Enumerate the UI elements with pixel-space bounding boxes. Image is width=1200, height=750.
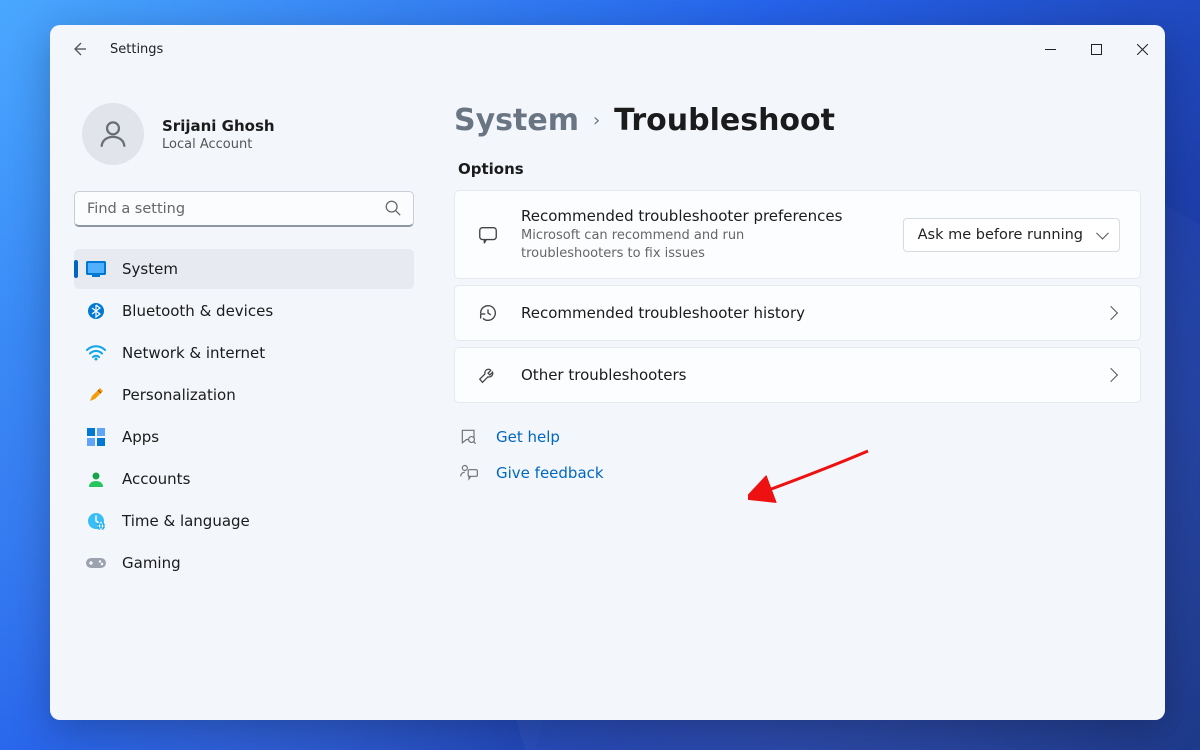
- card-title: Recommended troubleshooter history: [521, 304, 1086, 322]
- close-button[interactable]: [1119, 28, 1165, 70]
- main-content: System › Troubleshoot Options Recommende…: [454, 73, 1141, 700]
- app-title: Settings: [110, 42, 163, 57]
- preference-dropdown[interactable]: Ask me before running: [903, 218, 1120, 252]
- link-label: Get help: [496, 428, 560, 446]
- breadcrumb: System › Troubleshoot: [454, 103, 1141, 138]
- close-icon: [1137, 44, 1148, 55]
- nav-label: Network & internet: [122, 344, 265, 362]
- account-block[interactable]: Srijani Ghosh Local Account: [74, 73, 414, 191]
- sidebar: Srijani Ghosh Local Account System Bluet…: [74, 73, 414, 700]
- card-title: Other troubleshooters: [521, 366, 1086, 384]
- clock-globe-icon: [86, 511, 106, 531]
- help-icon: [458, 427, 480, 447]
- apps-icon: [86, 427, 106, 447]
- avatar: [82, 103, 144, 165]
- person-icon: [96, 117, 130, 151]
- nav-item-apps[interactable]: Apps: [74, 417, 414, 457]
- history-icon: [475, 302, 501, 324]
- breadcrumb-current: Troubleshoot: [614, 103, 835, 138]
- card-other-troubleshooters[interactable]: Other troubleshooters: [454, 347, 1141, 403]
- dropdown-value: Ask me before running: [918, 227, 1083, 243]
- window-controls: [1027, 28, 1165, 70]
- minimize-icon: [1045, 44, 1056, 55]
- minimize-button[interactable]: [1027, 28, 1073, 70]
- search-input[interactable]: [74, 191, 414, 227]
- nav-item-personalization[interactable]: Personalization: [74, 375, 414, 415]
- link-label: Give feedback: [496, 464, 604, 482]
- nav-item-bluetooth[interactable]: Bluetooth & devices: [74, 291, 414, 331]
- nav-item-gaming[interactable]: Gaming: [74, 543, 414, 583]
- breadcrumb-parent[interactable]: System: [454, 103, 579, 138]
- nav-label: Apps: [122, 428, 159, 446]
- account-type: Local Account: [162, 137, 275, 152]
- card-troubleshooter-preferences[interactable]: Recommended troubleshooter preferences M…: [454, 190, 1141, 279]
- maximize-button[interactable]: [1073, 28, 1119, 70]
- gamepad-icon: [86, 553, 106, 573]
- nav-label: System: [122, 260, 178, 278]
- accounts-icon: [86, 469, 106, 489]
- maximize-icon: [1091, 44, 1102, 55]
- card-subtitle: Microsoft can recommend and run troubles…: [521, 227, 781, 262]
- nav-label: Personalization: [122, 386, 236, 404]
- section-label: Options: [458, 160, 1141, 178]
- chevron-right-icon: [1104, 368, 1118, 382]
- bluetooth-icon: [86, 301, 106, 321]
- search-icon: [384, 199, 402, 217]
- nav-label: Time & language: [122, 512, 250, 530]
- nav-list: System Bluetooth & devices Network & int…: [74, 249, 414, 583]
- nav-item-time-language[interactable]: Time & language: [74, 501, 414, 541]
- nav-item-accounts[interactable]: Accounts: [74, 459, 414, 499]
- arrow-left-icon: [71, 41, 87, 57]
- nav-label: Gaming: [122, 554, 181, 572]
- get-help-link[interactable]: Get help: [458, 427, 1141, 447]
- system-icon: [86, 259, 106, 279]
- back-button[interactable]: [68, 38, 90, 60]
- chevron-right-icon: ›: [593, 110, 600, 131]
- wrench-icon: [475, 364, 501, 386]
- card-title: Recommended troubleshooter preferences: [521, 207, 883, 225]
- nav-label: Bluetooth & devices: [122, 302, 273, 320]
- nav-item-network[interactable]: Network & internet: [74, 333, 414, 373]
- wifi-icon: [86, 343, 106, 363]
- card-troubleshooter-history[interactable]: Recommended troubleshooter history: [454, 285, 1141, 341]
- titlebar: Settings: [50, 25, 1165, 73]
- give-feedback-link[interactable]: Give feedback: [458, 463, 1141, 483]
- chevron-right-icon: [1104, 306, 1118, 320]
- settings-window: Settings Srijani Ghosh Local Account: [50, 25, 1165, 720]
- paintbrush-icon: [86, 385, 106, 405]
- chat-icon: [475, 224, 501, 246]
- nav-label: Accounts: [122, 470, 190, 488]
- feedback-icon: [458, 463, 480, 483]
- nav-item-system[interactable]: System: [74, 249, 414, 289]
- account-name: Srijani Ghosh: [162, 117, 275, 135]
